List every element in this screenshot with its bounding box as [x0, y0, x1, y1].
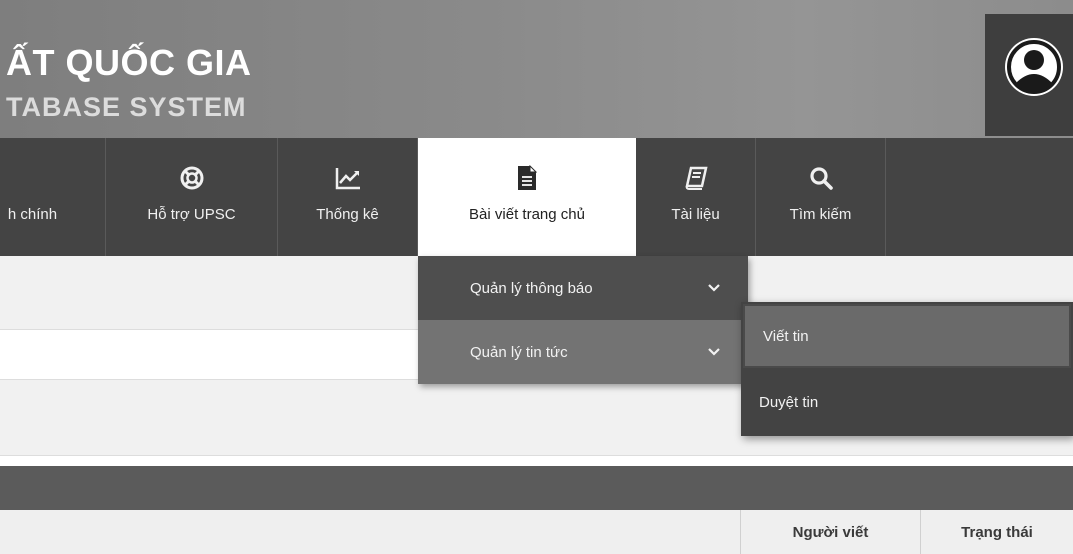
lifebuoy-icon: [180, 166, 203, 190]
nav-item-upsc-support[interactable]: Hỗ trợ UPSC: [106, 138, 278, 256]
nav-item-label: Hỗ trợ UPSC: [147, 206, 236, 223]
nav-item-label: Tìm kiếm: [789, 206, 852, 223]
site-subtitle: TABASE SYSTEM: [6, 92, 247, 122]
nav-item-statistics[interactable]: Thống kê: [278, 138, 418, 256]
main-nav: h chính Hỗ trợ UPSC Thống kê Bài viết tr…: [0, 138, 1073, 256]
menu-item-label: Quản lý thông báo: [470, 279, 593, 297]
submenu-item-label: Viết tin: [763, 327, 809, 345]
header-banner: ẤT QUỐC GIA TABASE SYSTEM: [0, 0, 1073, 138]
nav-item-homepage-posts[interactable]: Bài viết trang chủ: [418, 138, 636, 256]
nav-item-search[interactable]: Tìm kiếm: [756, 138, 886, 256]
nav-item-administration[interactable]: h chính: [0, 138, 106, 256]
book-icon: [684, 166, 708, 190]
submenu-item-approve-news[interactable]: Duyệt tin: [741, 369, 1073, 436]
user-avatar-icon: [1005, 38, 1063, 96]
search-icon: [809, 167, 833, 190]
submenu-item-label: Duyệt tin: [759, 394, 819, 411]
menu-item-manage-notices[interactable]: Quản lý thông báo: [418, 256, 748, 320]
site-title: ẤT QUỐC GIA: [6, 42, 252, 83]
nav-item-label: Tài liệu: [671, 206, 720, 223]
news-submenu: Viết tin Duyệt tin: [741, 302, 1073, 436]
line-chart-icon: [335, 168, 360, 190]
panel-header: [0, 466, 1073, 510]
menu-item-label: Quản lý tin tức: [470, 343, 568, 361]
column-header-author[interactable]: Người viết: [740, 510, 920, 554]
document-icon: [518, 165, 537, 190]
nav-item-documents[interactable]: Tài liệu: [636, 138, 756, 256]
chevron-down-icon: [708, 284, 720, 292]
submenu-item-write-news[interactable]: Viết tin: [743, 304, 1071, 368]
nav-item-label: Bài viết trang chủ: [469, 206, 585, 223]
user-menu-button[interactable]: [985, 14, 1073, 136]
menu-item-manage-news[interactable]: Quản lý tin tức: [418, 320, 748, 384]
chevron-down-icon: [708, 348, 720, 356]
nav-item-label: h chính: [7, 206, 58, 223]
homepage-posts-dropdown: Quản lý thông báo Quản lý tin tức: [418, 256, 748, 384]
nav-item-label: Thống kê: [316, 206, 379, 223]
column-header-status[interactable]: Trạng thái: [920, 510, 1073, 554]
